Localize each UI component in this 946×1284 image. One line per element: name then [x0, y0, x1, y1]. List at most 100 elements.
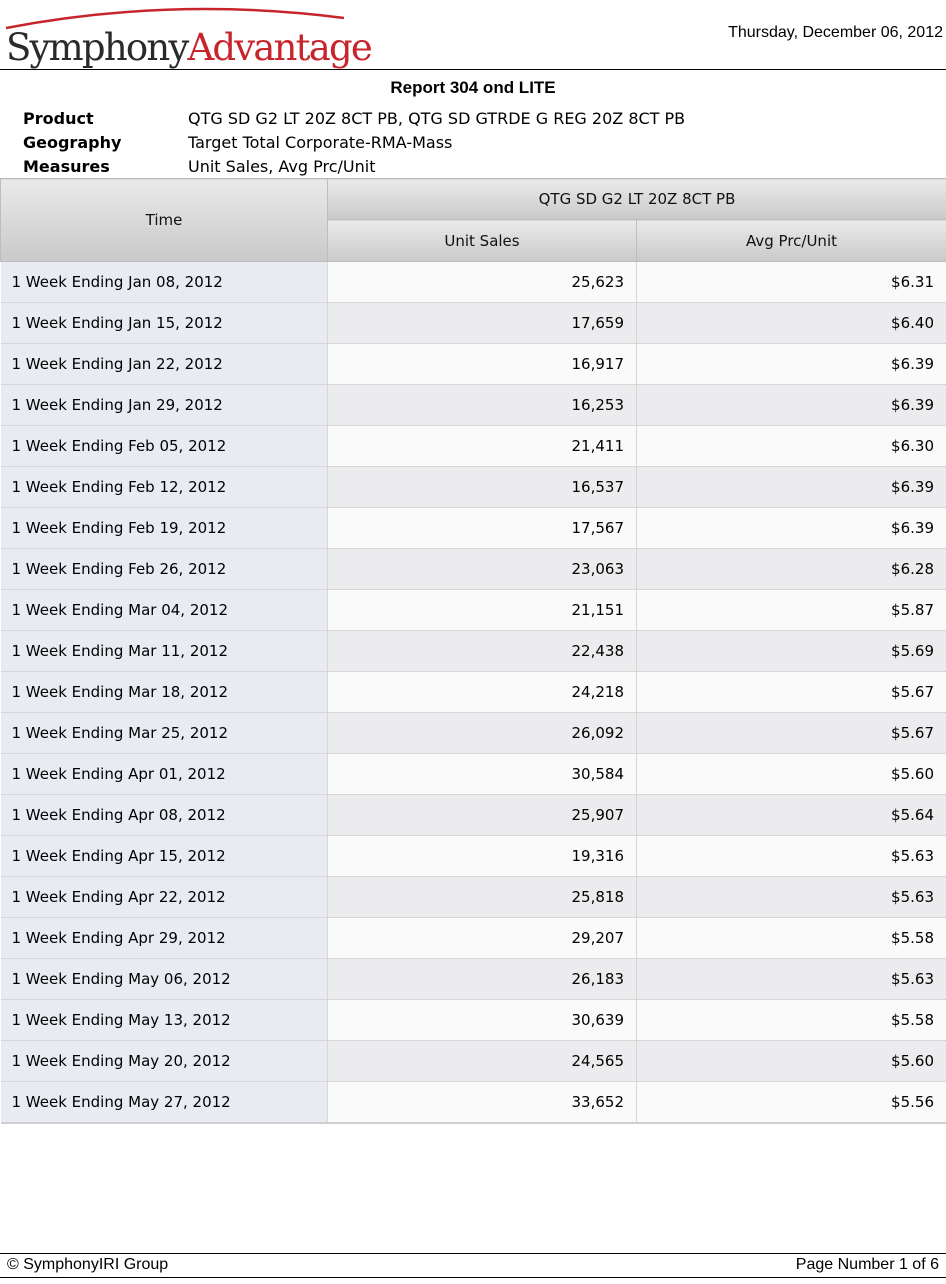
table-row: 1 Week Ending Mar 04, 2012 21,151 $5.87 — [0, 589, 946, 631]
table-row: 1 Week Ending Feb 26, 2012 23,063 $6.28 — [0, 548, 946, 590]
meta-row-geography: Geography Target Total Corporate-RMA-Mas… — [23, 132, 685, 156]
time-cell: 1 Week Ending May 27, 2012 — [0, 1081, 328, 1124]
avg-price-cell: $5.58 — [636, 999, 946, 1041]
unit-sales-cell: 16,917 — [327, 343, 637, 385]
unit-sales-cell: 19,316 — [327, 835, 637, 877]
unit-sales-cell: 26,183 — [327, 958, 637, 1000]
unit-sales-cell: 23,063 — [327, 548, 637, 590]
table-row: 1 Week Ending Apr 15, 2012 19,316 $5.63 — [0, 835, 946, 877]
time-cell: 1 Week Ending Jan 08, 2012 — [0, 261, 328, 303]
time-cell: 1 Week Ending May 13, 2012 — [0, 999, 328, 1041]
report-header: SymphonyAdvantage Thursday, December 06,… — [0, 0, 946, 70]
unit-sales-cell: 21,151 — [327, 589, 637, 631]
product-group-header: QTG SD G2 LT 20Z 8CT PB — [327, 178, 946, 220]
table-row: 1 Week Ending May 27, 2012 33,652 $5.56 — [0, 1081, 946, 1124]
table-row: 1 Week Ending May 06, 2012 26,183 $5.63 — [0, 958, 946, 1000]
table-row: 1 Week Ending Feb 12, 2012 16,537 $6.39 — [0, 466, 946, 508]
table-row: 1 Week Ending Mar 18, 2012 24,218 $5.67 — [0, 671, 946, 713]
logo-text-symphony: Symphony — [6, 26, 189, 69]
time-cell: 1 Week Ending May 20, 2012 — [0, 1040, 328, 1082]
sales-table: Time QTG SD G2 LT 20Z 8CT PB Unit Sales … — [0, 178, 946, 1124]
table-row: 1 Week Ending Mar 11, 2012 22,438 $5.69 — [0, 630, 946, 672]
time-cell: 1 Week Ending Feb 12, 2012 — [0, 466, 328, 508]
table-row: 1 Week Ending Jan 15, 2012 17,659 $6.40 — [0, 302, 946, 344]
copyright-text: © SymphonyIRI Group — [7, 1256, 169, 1273]
table-row: 1 Week Ending Jan 29, 2012 16,253 $6.39 — [0, 384, 946, 426]
unit-sales-cell: 17,567 — [327, 507, 637, 549]
table-row: 1 Week Ending Mar 25, 2012 26,092 $5.67 — [0, 712, 946, 754]
meta-label: Measures — [23, 157, 110, 176]
meta-value: Target Total Corporate-RMA-Mass — [188, 133, 453, 152]
unit-sales-cell: 24,218 — [327, 671, 637, 713]
meta-row-measures: Measures Unit Sales, Avg Prc/Unit — [23, 156, 685, 180]
avg-price-cell: $5.63 — [636, 835, 946, 877]
time-cell: 1 Week Ending Jan 22, 2012 — [0, 343, 328, 385]
avg-price-cell: $6.30 — [636, 425, 946, 467]
meta-row-product: Product QTG SD G2 LT 20Z 8CT PB, QTG SD … — [23, 108, 685, 132]
unit-sales-cell: 30,584 — [327, 753, 637, 795]
report-date: Thursday, December 06, 2012 — [728, 24, 943, 41]
avg-price-cell: $5.56 — [636, 1081, 946, 1124]
avg-price-cell: $5.60 — [636, 753, 946, 795]
time-cell: 1 Week Ending Apr 22, 2012 — [0, 876, 328, 918]
symphony-advantage-logo: SymphonyAdvantage — [4, 6, 373, 69]
time-cell: 1 Week Ending Apr 29, 2012 — [0, 917, 328, 959]
unit-sales-cell: 24,565 — [327, 1040, 637, 1082]
table-row: 1 Week Ending Apr 22, 2012 25,818 $5.63 — [0, 876, 946, 918]
table-row: 1 Week Ending Apr 29, 2012 29,207 $5.58 — [0, 917, 946, 959]
meta-value: QTG SD G2 LT 20Z 8CT PB, QTG SD GTRDE G … — [188, 109, 686, 128]
time-cell: 1 Week Ending Apr 15, 2012 — [0, 835, 328, 877]
table-row: 1 Week Ending Apr 01, 2012 30,584 $5.60 — [0, 753, 946, 795]
logo-text-advantage: Advantage — [187, 26, 372, 69]
avg-price-cell: $6.40 — [636, 302, 946, 344]
time-cell: 1 Week Ending Feb 05, 2012 — [0, 425, 328, 467]
avg-price-cell: $5.67 — [636, 671, 946, 713]
avg-price-column-header: Avg Prc/Unit — [636, 219, 946, 262]
time-cell: 1 Week Ending Mar 25, 2012 — [0, 712, 328, 754]
time-cell: 1 Week Ending Apr 01, 2012 — [0, 753, 328, 795]
avg-price-cell: $5.64 — [636, 794, 946, 836]
unit-sales-cell: 16,253 — [327, 384, 637, 426]
time-cell: 1 Week Ending May 06, 2012 — [0, 958, 328, 1000]
table-row: 1 Week Ending Feb 19, 2012 17,567 $6.39 — [0, 507, 946, 549]
unit-sales-cell: 33,652 — [327, 1081, 637, 1124]
avg-price-cell: $6.31 — [636, 261, 946, 303]
unit-sales-cell: 26,092 — [327, 712, 637, 754]
unit-sales-cell: 21,411 — [327, 425, 637, 467]
time-cell: 1 Week Ending Feb 19, 2012 — [0, 507, 328, 549]
unit-sales-cell: 29,207 — [327, 917, 637, 959]
time-cell: 1 Week Ending Feb 26, 2012 — [0, 548, 328, 590]
table-row: 1 Week Ending Feb 05, 2012 21,411 $6.30 — [0, 425, 946, 467]
meta-value: Unit Sales, Avg Prc/Unit — [188, 157, 376, 176]
time-cell: 1 Week Ending Mar 18, 2012 — [0, 671, 328, 713]
avg-price-cell: $6.39 — [636, 507, 946, 549]
table-row: 1 Week Ending May 20, 2012 24,565 $5.60 — [0, 1040, 946, 1082]
avg-price-cell: $5.63 — [636, 876, 946, 918]
avg-price-cell: $6.28 — [636, 548, 946, 590]
time-cell: 1 Week Ending Apr 08, 2012 — [0, 794, 328, 836]
unit-sales-cell: 25,907 — [327, 794, 637, 836]
time-cell: 1 Week Ending Mar 11, 2012 — [0, 630, 328, 672]
unit-sales-cell: 22,438 — [327, 630, 637, 672]
table-row: 1 Week Ending Apr 08, 2012 25,907 $5.64 — [0, 794, 946, 836]
unit-sales-cell: 25,818 — [327, 876, 637, 918]
avg-price-cell: $5.63 — [636, 958, 946, 1000]
meta-label: Product — [23, 109, 94, 128]
avg-price-cell: $5.87 — [636, 589, 946, 631]
page-number: Page Number 1 of 6 — [795, 1256, 939, 1273]
table-row: 1 Week Ending May 13, 2012 30,639 $5.58 — [0, 999, 946, 1041]
avg-price-cell: $6.39 — [636, 343, 946, 385]
avg-price-cell: $6.39 — [636, 384, 946, 426]
report-footer: © SymphonyIRI Group Page Number 1 of 6 — [0, 1253, 946, 1278]
avg-price-cell: $5.69 — [636, 630, 946, 672]
avg-price-cell: $6.39 — [636, 466, 946, 508]
report-title: Report 304 ond LITE — [390, 78, 556, 97]
table-body: 1 Week Ending Jan 08, 2012 25,623 $6.31 1 W… — [0, 261, 946, 1124]
time-cell: 1 Week Ending Jan 29, 2012 — [0, 384, 328, 426]
meta-label: Geography — [23, 133, 122, 152]
report-meta: Product QTG SD G2 LT 20Z 8CT PB, QTG SD … — [23, 108, 685, 180]
unit-sales-cell: 16,537 — [327, 466, 637, 508]
time-cell: 1 Week Ending Jan 15, 2012 — [0, 302, 328, 344]
table-row: 1 Week Ending Jan 08, 2012 25,623 $6.31 — [0, 261, 946, 303]
unit-sales-cell: 30,639 — [327, 999, 637, 1041]
